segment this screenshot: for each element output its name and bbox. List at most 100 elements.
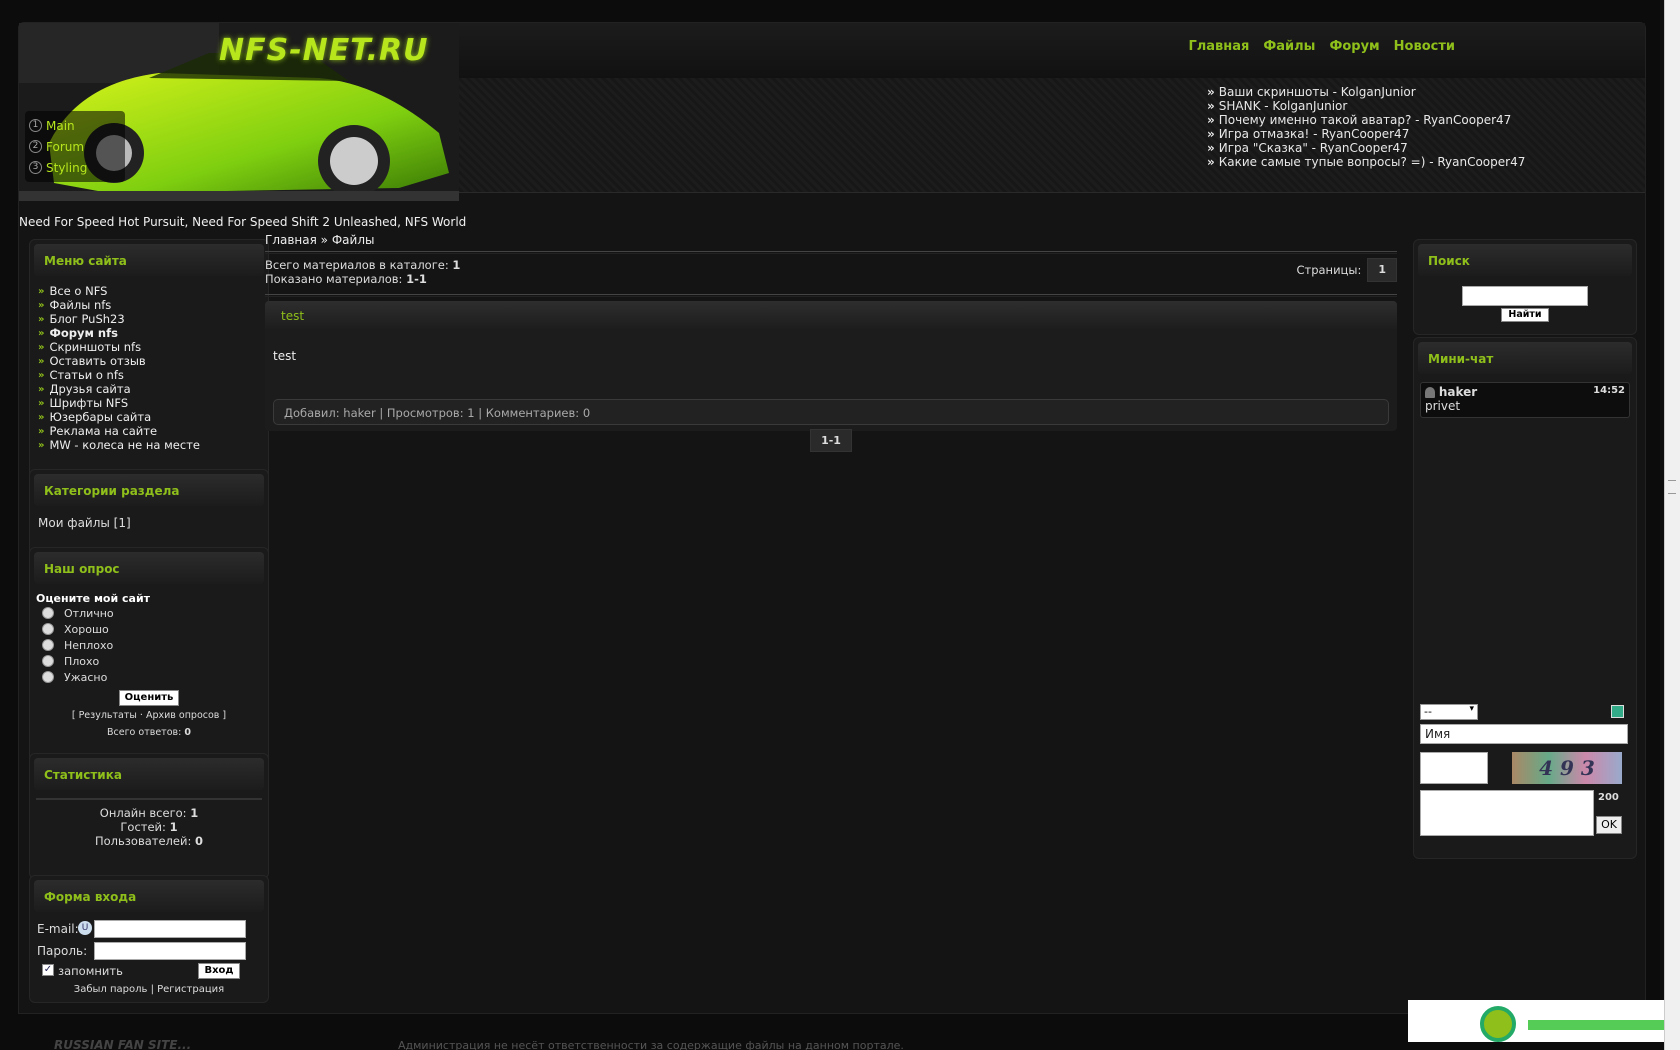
remember-checkbox[interactable]: ✓ bbox=[42, 964, 54, 976]
entry-author-link[interactable]: haker bbox=[343, 406, 375, 420]
poll-option[interactable]: Плохо bbox=[30, 653, 268, 669]
double-arrow-icon: » bbox=[38, 439, 45, 451]
chat-user[interactable]: haker bbox=[1439, 385, 1477, 399]
detail-value: 1 bbox=[467, 406, 475, 420]
chat-send-button[interactable]: OK bbox=[1596, 816, 1622, 834]
nav-files[interactable]: Файлы bbox=[1263, 39, 1315, 54]
archive-link[interactable]: Архив опросов bbox=[146, 710, 219, 721]
radio-button[interactable] bbox=[42, 655, 54, 667]
number-icon: 1 bbox=[29, 119, 42, 132]
banner-link-main[interactable]: 1 Main bbox=[29, 115, 121, 136]
menu-item[interactable]: » Оставить отзыв bbox=[38, 354, 268, 368]
double-arrow-icon: » bbox=[1207, 141, 1215, 155]
page-number[interactable]: 1 bbox=[1367, 258, 1397, 282]
search-button[interactable]: Найти bbox=[1501, 308, 1549, 322]
menu-item[interactable]: » MW - колеса не на месте bbox=[38, 438, 268, 452]
double-arrow-icon: » bbox=[1207, 127, 1215, 141]
double-arrow-icon: » bbox=[38, 285, 45, 297]
results-link[interactable]: Результаты bbox=[79, 710, 137, 721]
nav-home[interactable]: Главная bbox=[1188, 39, 1249, 54]
double-arrow-icon: » bbox=[1207, 99, 1215, 113]
banner-link-label: Main bbox=[46, 118, 75, 133]
poll-option-label: Ужасно bbox=[64, 670, 108, 684]
page-wrapper: NFS-NET.RU 1 Main 2 Forum 3 Styling Главная… bbox=[18, 22, 1646, 1014]
menu-item[interactable]: » Реклама на сайте bbox=[38, 424, 268, 438]
poll-option[interactable]: Ужасно bbox=[30, 669, 268, 685]
double-arrow-icon: » bbox=[38, 369, 45, 381]
search-input[interactable] bbox=[1462, 286, 1588, 306]
footer-tagline: RUSSIAN FAN SITE... bbox=[54, 1038, 192, 1050]
banner-link-forum[interactable]: 2 Forum bbox=[29, 136, 121, 157]
double-arrow-icon: » bbox=[38, 425, 45, 437]
login-links: Забыл пароль | Регистрация bbox=[73, 984, 225, 995]
vote-button[interactable]: Оценить bbox=[119, 690, 179, 706]
detail-label: Просмотров: bbox=[386, 406, 464, 420]
menu-item[interactable]: » Блог PuSh23 bbox=[38, 312, 268, 326]
forgot-password-link[interactable]: Забыл пароль bbox=[74, 984, 148, 995]
menu-item-label: Друзья сайта bbox=[49, 382, 131, 396]
stat-label: Онлайн всего: bbox=[99, 806, 187, 820]
scrollbar[interactable] bbox=[1664, 0, 1680, 1050]
recent-post-link[interactable]: » Игра отмазка! - RyanCooper47 bbox=[1207, 127, 1525, 141]
menu-item[interactable]: » Файлы nfs bbox=[38, 298, 268, 312]
file-entry: test test Добавил: haker | Просмотров: 1… bbox=[265, 301, 1397, 431]
recent-post-link[interactable]: » Какие самые тупые вопросы? =) - RyanCoo… bbox=[1207, 155, 1525, 169]
menu-item[interactable]: » Юзербары сайта bbox=[38, 410, 268, 424]
banner-link-styling[interactable]: 3 Styling bbox=[29, 157, 121, 178]
register-link[interactable]: Регистрация bbox=[157, 984, 224, 995]
radio-button[interactable] bbox=[42, 607, 54, 619]
poll-option-label: Плохо bbox=[64, 654, 100, 668]
category-link[interactable]: Мои файлы [1] bbox=[30, 506, 268, 530]
recent-post-link[interactable]: » SHANK - KolganJunior bbox=[1207, 99, 1525, 113]
block-title: Меню сайта bbox=[34, 244, 264, 276]
openid-icon[interactable]: U bbox=[78, 921, 92, 935]
recent-post-text: Ваши скриншоты - KolganJunior bbox=[1218, 85, 1416, 99]
recent-post-text: Какие самые тупые вопросы? =) - RyanCoop… bbox=[1218, 155, 1526, 169]
site-logo[interactable]: NFS-NET.RU bbox=[219, 33, 428, 68]
poll-total-label: Всего ответов: bbox=[106, 727, 182, 738]
poll-option[interactable]: Хорошо bbox=[30, 621, 268, 637]
counter-logo-icon bbox=[1480, 1006, 1516, 1042]
counter-badge[interactable] bbox=[1408, 1000, 1672, 1042]
site-menu-list: » Все о NFS » Файлы nfs » Блог PuSh23 » Фору… bbox=[30, 276, 268, 452]
poll-links: [ Результаты · Архив опросов ] bbox=[71, 710, 227, 721]
nav-news[interactable]: Новости bbox=[1394, 39, 1455, 54]
pagination[interactable]: 1-1 bbox=[810, 429, 852, 452]
chat-name-input[interactable]: Имя bbox=[1420, 724, 1628, 744]
double-arrow-icon: » bbox=[38, 383, 45, 395]
menu-item[interactable]: » Шрифты NFS bbox=[38, 396, 268, 410]
divider bbox=[265, 294, 1397, 297]
password-field[interactable] bbox=[94, 942, 246, 960]
menu-item[interactable]: » Скриншоты nfs bbox=[38, 340, 268, 354]
radio-button[interactable] bbox=[42, 639, 54, 651]
pages-label: Страницы: bbox=[1296, 263, 1362, 277]
pages-indicator: Страницы: 1 bbox=[1296, 258, 1397, 282]
entry-title[interactable]: test bbox=[265, 301, 1397, 329]
radio-button[interactable] bbox=[42, 671, 54, 683]
login-block: Форма входа E-mail: U Пароль: ✓ запомнит… bbox=[29, 875, 269, 1003]
games-line: Need For Speed Hot Pursuit, Need For Spe… bbox=[19, 215, 467, 229]
captcha-input[interactable] bbox=[1420, 752, 1488, 784]
nav-forum[interactable]: Форум bbox=[1329, 39, 1379, 54]
email-field[interactable] bbox=[94, 920, 246, 938]
login-button[interactable]: Вход bbox=[198, 963, 240, 979]
info-value: 1-1 bbox=[406, 272, 427, 286]
poll-option[interactable]: Неплохо bbox=[30, 637, 268, 653]
stat-label: Пользователей: bbox=[94, 834, 192, 848]
menu-item-label: Скриншоты nfs bbox=[49, 340, 142, 354]
refresh-icon[interactable] bbox=[1611, 705, 1624, 718]
radio-button[interactable] bbox=[42, 623, 54, 635]
menu-item[interactable]: » Все о NFS bbox=[38, 284, 268, 298]
menu-item[interactable]: » Статьи о nfs bbox=[38, 368, 268, 382]
recent-post-link[interactable]: » Почему именно такой аватар? - RyanCoope… bbox=[1207, 113, 1525, 127]
recent-post-text: Игра отмазка! - RyanCooper47 bbox=[1218, 127, 1410, 141]
menu-item[interactable]: » Друзья сайта bbox=[38, 382, 268, 396]
recent-post-link[interactable]: » Ваши скриншоты - KolganJunior bbox=[1207, 85, 1525, 99]
poll-option[interactable]: Отлично bbox=[30, 605, 268, 621]
chat-message-input[interactable] bbox=[1420, 790, 1594, 836]
chat-smiley-select[interactable]: -- ▾ bbox=[1420, 704, 1478, 720]
menu-item-label: MW - колеса не на месте bbox=[49, 438, 200, 452]
breadcrumb-home[interactable]: Главная bbox=[265, 233, 317, 247]
recent-post-link[interactable]: » Игра "Сказка" - RyanCooper47 bbox=[1207, 141, 1525, 155]
menu-item[interactable]: » Форум nfs bbox=[38, 326, 268, 340]
